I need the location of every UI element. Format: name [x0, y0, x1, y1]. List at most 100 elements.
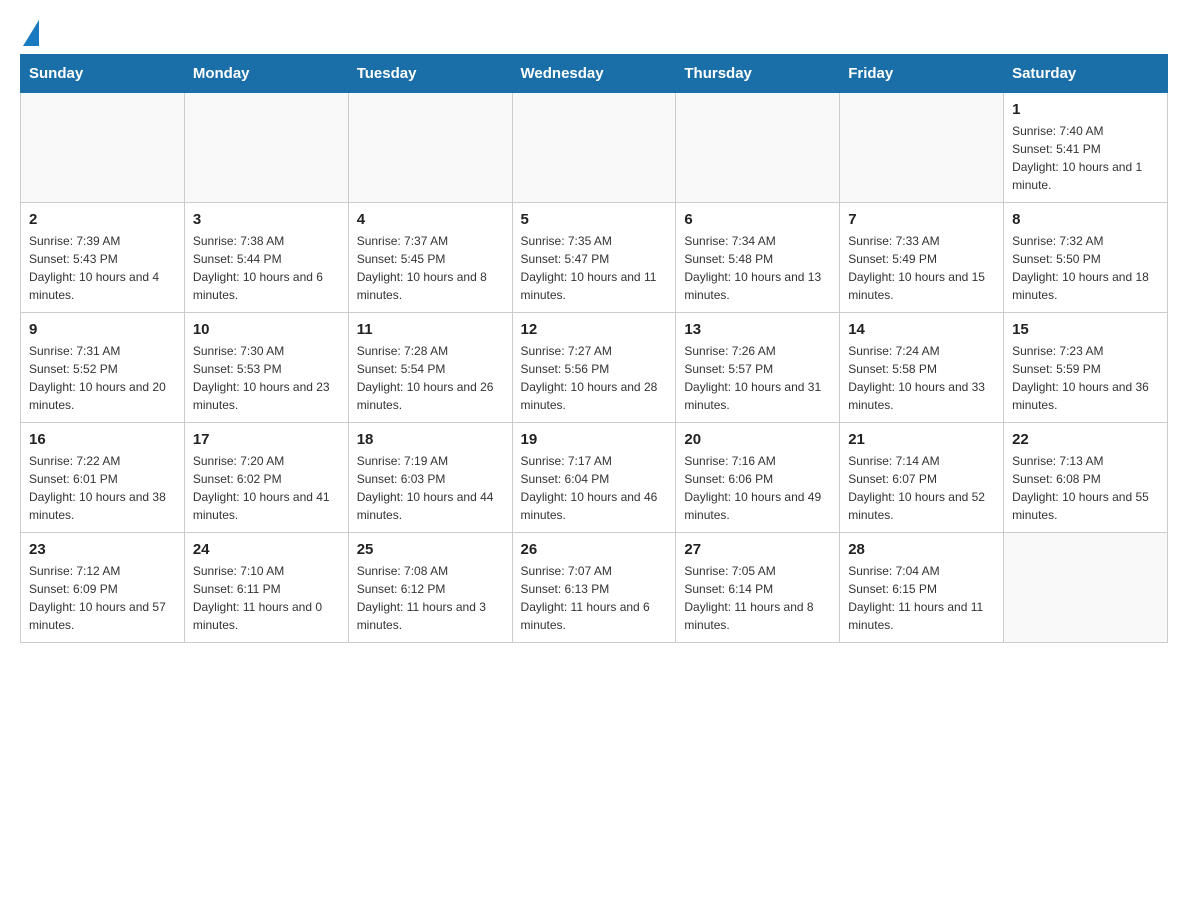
calendar-day-cell: 17 Sunrise: 7:20 AMSunset: 6:02 PMDayligh…	[184, 423, 348, 533]
calendar-day-cell: 3 Sunrise: 7:38 AMSunset: 5:44 PMDaylight…	[184, 203, 348, 313]
calendar-day-cell: 9 Sunrise: 7:31 AMSunset: 5:52 PMDaylight…	[21, 313, 185, 423]
day-number: 1	[1012, 101, 1159, 118]
day-info: Sunrise: 7:08 AMSunset: 6:12 PMDaylight:…	[357, 562, 504, 634]
day-info: Sunrise: 7:27 AMSunset: 5:56 PMDaylight:…	[521, 342, 668, 414]
calendar-day-cell	[184, 93, 348, 203]
calendar-day-cell	[512, 93, 676, 203]
calendar-day-cell: 10 Sunrise: 7:30 AMSunset: 5:53 PMDayligh…	[184, 313, 348, 423]
calendar-day-cell: 27 Sunrise: 7:05 AMSunset: 6:14 PMDayligh…	[676, 533, 840, 643]
day-number: 15	[1012, 321, 1159, 338]
day-info: Sunrise: 7:07 AMSunset: 6:13 PMDaylight:…	[521, 562, 668, 634]
calendar-day-cell: 26 Sunrise: 7:07 AMSunset: 6:13 PMDayligh…	[512, 533, 676, 643]
day-info: Sunrise: 7:17 AMSunset: 6:04 PMDaylight:…	[521, 452, 668, 524]
day-info: Sunrise: 7:30 AMSunset: 5:53 PMDaylight:…	[193, 342, 340, 414]
calendar-day-cell: 14 Sunrise: 7:24 AMSunset: 5:58 PMDayligh…	[840, 313, 1004, 423]
day-info: Sunrise: 7:12 AMSunset: 6:09 PMDaylight:…	[29, 562, 176, 634]
calendar-day-cell: 5Sunrise: 7:35 AMSunset: 5:47 PMDaylight…	[512, 203, 676, 313]
day-number: 25	[357, 541, 504, 558]
day-of-week-header: Sunday	[21, 55, 185, 93]
calendar-day-cell: 22 Sunrise: 7:13 AMSunset: 6:08 PMDayligh…	[1004, 423, 1168, 533]
calendar-day-cell	[21, 93, 185, 203]
calendar-day-cell: 24 Sunrise: 7:10 AMSunset: 6:11 PMDayligh…	[184, 533, 348, 643]
calendar-day-cell: 21 Sunrise: 7:14 AMSunset: 6:07 PMDayligh…	[840, 423, 1004, 533]
calendar-day-cell	[840, 93, 1004, 203]
logo	[20, 20, 39, 44]
day-number: 4	[357, 211, 504, 228]
day-of-week-header: Saturday	[1004, 55, 1168, 93]
day-of-week-header: Wednesday	[512, 55, 676, 93]
day-number: 26	[521, 541, 668, 558]
day-of-week-header: Monday	[184, 55, 348, 93]
calendar-day-cell: 1 Sunrise: 7:40 AMSunset: 5:41 PMDaylight…	[1004, 93, 1168, 203]
day-of-week-header: Tuesday	[348, 55, 512, 93]
calendar-day-cell: 8 Sunrise: 7:32 AMSunset: 5:50 PMDaylight…	[1004, 203, 1168, 313]
calendar-day-cell: 18 Sunrise: 7:19 AMSunset: 6:03 PMDayligh…	[348, 423, 512, 533]
calendar-day-cell: 23 Sunrise: 7:12 AMSunset: 6:09 PMDayligh…	[21, 533, 185, 643]
day-number: 24	[193, 541, 340, 558]
day-info: Sunrise: 7:39 AMSunset: 5:43 PMDaylight:…	[29, 232, 176, 304]
day-number: 10	[193, 321, 340, 338]
calendar-day-cell: 20 Sunrise: 7:16 AMSunset: 6:06 PMDayligh…	[676, 423, 840, 533]
day-number: 21	[848, 431, 995, 448]
calendar-day-cell: 2 Sunrise: 7:39 AMSunset: 5:43 PMDaylight…	[21, 203, 185, 313]
calendar-day-cell: 12 Sunrise: 7:27 AMSunset: 5:56 PMDayligh…	[512, 313, 676, 423]
day-number: 6	[684, 211, 831, 228]
day-info: Sunrise: 7:26 AMSunset: 5:57 PMDaylight:…	[684, 342, 831, 414]
calendar-day-cell: 6 Sunrise: 7:34 AMSunset: 5:48 PMDaylight…	[676, 203, 840, 313]
day-number: 3	[193, 211, 340, 228]
day-number: 8	[1012, 211, 1159, 228]
page-header	[20, 20, 1168, 44]
day-info: Sunrise: 7:16 AMSunset: 6:06 PMDaylight:…	[684, 452, 831, 524]
days-of-week-row: SundayMondayTuesdayWednesdayThursdayFrid…	[21, 55, 1168, 93]
day-info: Sunrise: 7:32 AMSunset: 5:50 PMDaylight:…	[1012, 232, 1159, 304]
calendar-week-row: 2 Sunrise: 7:39 AMSunset: 5:43 PMDaylight…	[21, 203, 1168, 313]
day-info: Sunrise: 7:24 AMSunset: 5:58 PMDaylight:…	[848, 342, 995, 414]
calendar-day-cell	[348, 93, 512, 203]
day-info: Sunrise: 7:23 AMSunset: 5:59 PMDaylight:…	[1012, 342, 1159, 414]
day-number: 22	[1012, 431, 1159, 448]
day-of-week-header: Thursday	[676, 55, 840, 93]
day-number: 12	[521, 321, 668, 338]
calendar-day-cell	[1004, 533, 1168, 643]
calendar-day-cell: 25 Sunrise: 7:08 AMSunset: 6:12 PMDayligh…	[348, 533, 512, 643]
day-number: 2	[29, 211, 176, 228]
day-info: Sunrise: 7:20 AMSunset: 6:02 PMDaylight:…	[193, 452, 340, 524]
day-number: 19	[521, 431, 668, 448]
calendar-week-row: 16Sunrise: 7:22 AMSunset: 6:01 PMDayligh…	[21, 423, 1168, 533]
day-info: Sunrise: 7:14 AMSunset: 6:07 PMDaylight:…	[848, 452, 995, 524]
day-of-week-header: Friday	[840, 55, 1004, 93]
day-info: Sunrise: 7:28 AMSunset: 5:54 PMDaylight:…	[357, 342, 504, 414]
day-info: Sunrise: 7:31 AMSunset: 5:52 PMDaylight:…	[29, 342, 176, 414]
calendar-day-cell: 13 Sunrise: 7:26 AMSunset: 5:57 PMDayligh…	[676, 313, 840, 423]
day-info: Sunrise: 7:33 AMSunset: 5:49 PMDaylight:…	[848, 232, 995, 304]
day-number: 9	[29, 321, 176, 338]
calendar-body: 1 Sunrise: 7:40 AMSunset: 5:41 PMDaylight…	[21, 93, 1168, 643]
day-number: 14	[848, 321, 995, 338]
calendar-week-row: 23 Sunrise: 7:12 AMSunset: 6:09 PMDayligh…	[21, 533, 1168, 643]
day-info: Sunrise: 7:13 AMSunset: 6:08 PMDaylight:…	[1012, 452, 1159, 524]
calendar-day-cell: 4Sunrise: 7:37 AMSunset: 5:45 PMDaylight…	[348, 203, 512, 313]
calendar-day-cell: 16Sunrise: 7:22 AMSunset: 6:01 PMDayligh…	[21, 423, 185, 533]
day-number: 27	[684, 541, 831, 558]
day-number: 13	[684, 321, 831, 338]
calendar-day-cell: 11 Sunrise: 7:28 AMSunset: 5:54 PMDayligh…	[348, 313, 512, 423]
calendar-day-cell	[676, 93, 840, 203]
day-info: Sunrise: 7:10 AMSunset: 6:11 PMDaylight:…	[193, 562, 340, 634]
day-number: 11	[357, 321, 504, 338]
calendar-day-cell: 15 Sunrise: 7:23 AMSunset: 5:59 PMDayligh…	[1004, 313, 1168, 423]
day-number: 7	[848, 211, 995, 228]
day-info: Sunrise: 7:40 AMSunset: 5:41 PMDaylight:…	[1012, 122, 1159, 194]
day-info: Sunrise: 7:05 AMSunset: 6:14 PMDaylight:…	[684, 562, 831, 634]
day-number: 18	[357, 431, 504, 448]
calendar-table: SundayMondayTuesdayWednesdayThursdayFrid…	[20, 54, 1168, 643]
day-info: Sunrise: 7:19 AMSunset: 6:03 PMDaylight:…	[357, 452, 504, 524]
day-info: Sunrise: 7:34 AMSunset: 5:48 PMDaylight:…	[684, 232, 831, 304]
day-number: 20	[684, 431, 831, 448]
day-info: Sunrise: 7:22 AMSunset: 6:01 PMDaylight:…	[29, 452, 176, 524]
day-number: 28	[848, 541, 995, 558]
day-number: 17	[193, 431, 340, 448]
day-number: 5	[521, 211, 668, 228]
logo-triangle-icon	[23, 20, 39, 46]
day-info: Sunrise: 7:38 AMSunset: 5:44 PMDaylight:…	[193, 232, 340, 304]
day-number: 23	[29, 541, 176, 558]
